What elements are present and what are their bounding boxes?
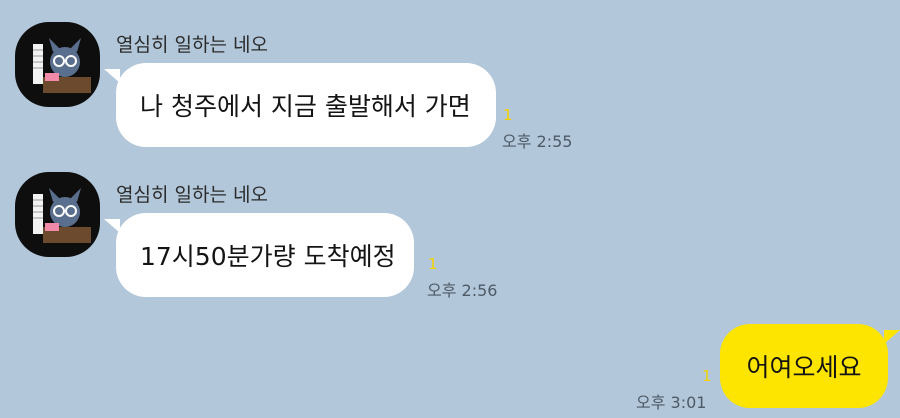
message-bubble[interactable]: 어여오세요 <box>720 324 900 408</box>
unread-count: 1 <box>702 367 712 385</box>
message-bubble[interactable]: 17시50분가량 도착예정 <box>104 213 414 297</box>
message-bubble[interactable]: 나 청주에서 지금 출발해서 가면 <box>104 63 496 147</box>
message-text: 나 청주에서 지금 출발해서 가면 <box>140 92 471 121</box>
message-time: 오후 2:55 <box>502 132 573 151</box>
unread-count: 1 <box>503 106 513 124</box>
sender-avatar[interactable] <box>15 172 100 257</box>
message-text: 17시50분가량 도착예정 <box>140 242 396 271</box>
message-time: 오후 3:01 <box>636 393 707 412</box>
sender-avatar[interactable] <box>15 22 100 107</box>
sender-name: 열심히 일하는 네오 <box>116 34 268 56</box>
message-text: 어여오세요 <box>746 353 862 382</box>
message-time: 오후 2:56 <box>427 281 498 300</box>
unread-count: 1 <box>428 255 438 273</box>
sender-name: 열심히 일하는 네오 <box>116 184 268 206</box>
